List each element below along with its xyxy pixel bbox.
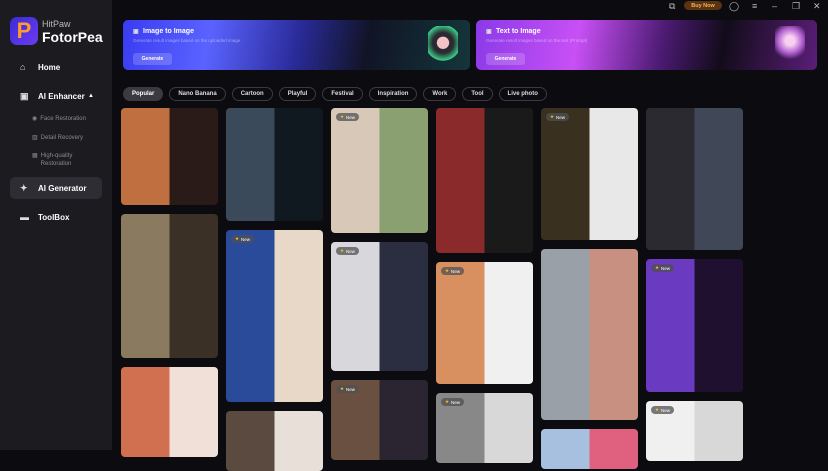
image-icon: ▨: [32, 135, 38, 141]
banner-subtitle: Generate result images based on the text…: [486, 38, 588, 43]
tab-nano-banana[interactable]: Nano Banana: [169, 87, 226, 101]
template-card[interactable]: [121, 214, 218, 358]
brand-name-small: HitPaw: [42, 19, 71, 29]
tab-tool[interactable]: Tool: [462, 87, 493, 101]
category-tabs: Popular Nano Banana Cartoon Playful Festival…: [123, 87, 547, 101]
chevron-up-icon: ▲: [88, 93, 94, 99]
new-badge: New: [231, 235, 255, 243]
restore-icon[interactable]: ❐: [792, 1, 800, 12]
close-icon[interactable]: ✕: [813, 1, 821, 12]
menu-icon[interactable]: ≡: [752, 1, 757, 11]
template-card[interactable]: [226, 411, 323, 471]
template-card[interactable]: [226, 108, 323, 221]
tab-popular[interactable]: Popular: [123, 87, 164, 101]
new-badge: New: [441, 267, 465, 275]
template-card[interactable]: New: [646, 259, 743, 392]
template-card[interactable]: New: [646, 401, 743, 461]
text-to-image-banner[interactable]: Text to Image Generate result images bas…: [476, 20, 817, 70]
sidebar-item-face-restoration[interactable]: ◉ Face Restoration: [32, 115, 86, 123]
template-card[interactable]: [541, 249, 638, 420]
tab-playful[interactable]: Playful: [278, 87, 317, 101]
enhancer-icon: ▣: [20, 90, 29, 101]
image-to-image-banner[interactable]: Image to Image Generate result images ba…: [123, 20, 470, 70]
brand-name: FotorPea: [42, 29, 103, 45]
template-card[interactable]: New: [331, 108, 428, 233]
generate-button[interactable]: Generate: [486, 53, 525, 65]
new-badge: New: [546, 113, 570, 121]
new-badge: New: [336, 113, 360, 121]
app-logo: P: [10, 17, 38, 45]
generate-button[interactable]: Generate: [133, 53, 172, 65]
template-card[interactable]: New: [331, 242, 428, 371]
buy-now-button[interactable]: Buy Now: [684, 1, 722, 10]
account-icon[interactable]: ◯: [729, 1, 739, 12]
new-badge: New: [336, 385, 360, 393]
banner-title: Image to Image: [133, 28, 460, 35]
banner-title: Text to Image: [486, 28, 807, 35]
template-card[interactable]: [646, 108, 743, 250]
template-card[interactable]: New: [436, 262, 533, 384]
template-card[interactable]: [121, 367, 218, 457]
home-icon: ⌂: [20, 62, 26, 72]
banner-subtitle: Generate result images based on the uplo…: [133, 38, 241, 43]
template-card[interactable]: New: [541, 108, 638, 240]
banner-illustration: [428, 26, 458, 68]
sidebar-item-ai-enhancer[interactable]: ▣ AI Enhancer ▲: [10, 85, 102, 107]
template-card[interactable]: New: [226, 230, 323, 402]
template-card[interactable]: New: [436, 393, 533, 463]
sparkle-icon: ✦: [20, 182, 28, 193]
sidebar-item-home[interactable]: ⌂ Home: [10, 56, 102, 78]
sidebar-item-ai-generator[interactable]: ✦ AI Generator: [10, 177, 102, 199]
sidebar-item-toolbox[interactable]: ▬ ToolBox: [10, 206, 102, 228]
template-card[interactable]: [436, 108, 533, 253]
face-icon: ◉: [32, 116, 38, 122]
new-badge: New: [651, 264, 675, 272]
tab-live-photo[interactable]: Live photo: [498, 87, 547, 101]
new-badge: New: [441, 398, 465, 406]
sidebar: P HitPaw FotorPea ⌂ Home ▣ AI Enhancer ▲ ◉ F…: [0, 0, 112, 450]
toolbox-icon: ▬: [20, 212, 29, 222]
sidebar-item-detail-recovery[interactable]: ▨ Detail Recovery: [32, 134, 83, 142]
template-card[interactable]: [121, 108, 218, 205]
new-badge: New: [651, 406, 675, 414]
tab-festival[interactable]: Festival: [322, 87, 363, 101]
banner-illustration: [775, 26, 805, 68]
mosaic-icon: ▦: [32, 153, 38, 159]
tab-inspiration[interactable]: Inspiration: [368, 87, 418, 101]
sidebar-item-high-quality-restoration[interactable]: ▦ High-quality Restoration: [32, 152, 82, 168]
template-card[interactable]: New: [331, 380, 428, 460]
new-badge: New: [336, 247, 360, 255]
minimize-icon[interactable]: –: [772, 1, 777, 11]
tab-cartoon[interactable]: Cartoon: [231, 87, 273, 101]
template-card[interactable]: [541, 429, 638, 469]
gallery-icon[interactable]: ⧉: [669, 1, 675, 12]
tab-work[interactable]: Work: [423, 87, 457, 101]
